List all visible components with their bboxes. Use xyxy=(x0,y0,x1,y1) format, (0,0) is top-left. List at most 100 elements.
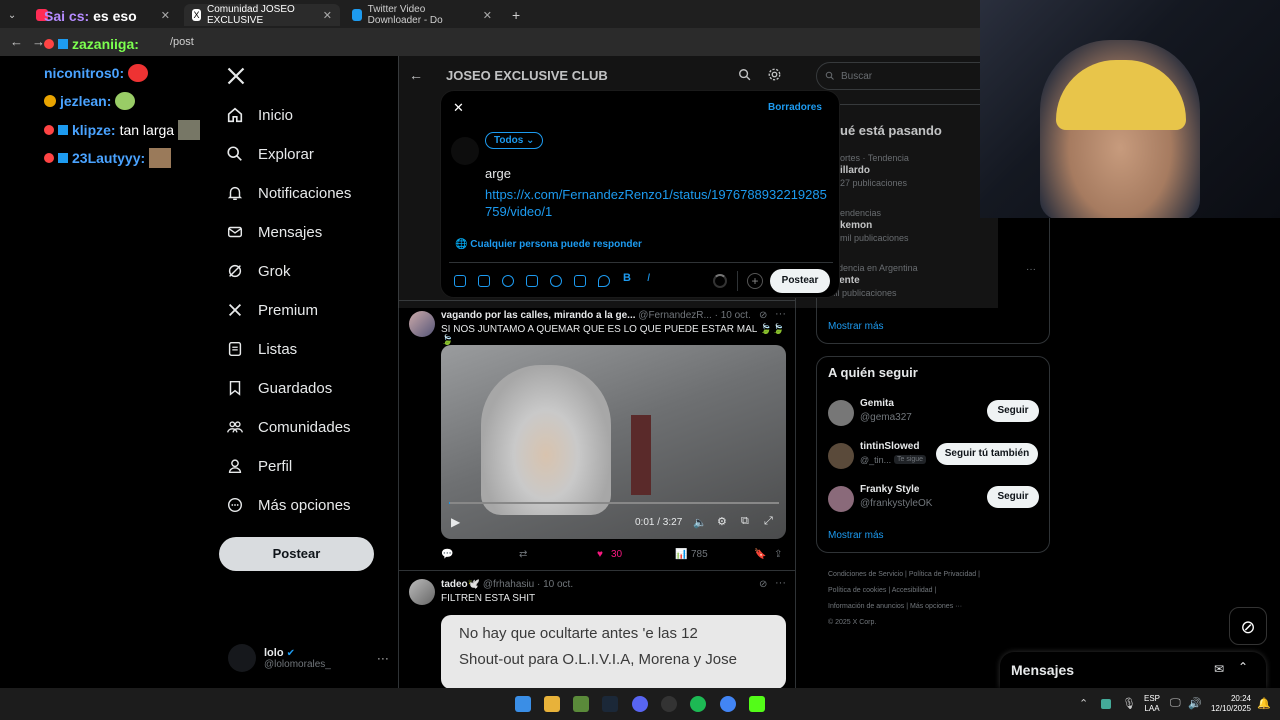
emoji-icon[interactable] xyxy=(550,275,562,287)
nav-label: Mensajes xyxy=(258,223,323,241)
tray-app-icon[interactable] xyxy=(1101,699,1111,709)
grok-icon[interactable] xyxy=(502,275,514,287)
clock[interactable]: 20:24 12/10/2025 xyxy=(1205,694,1251,714)
video-progress-bar[interactable] xyxy=(449,502,779,504)
new-tab-button[interactable]: + xyxy=(504,4,524,26)
file-explorer-icon[interactable] xyxy=(544,696,560,712)
close-icon[interactable]: ✕ xyxy=(323,9,332,22)
audience-selector[interactable]: Todos ⌄ xyxy=(485,132,544,149)
add-post-icon[interactable]: + xyxy=(747,273,763,289)
tweet-image[interactable]: No hay que ocultarte antes 'e las 12 Sho… xyxy=(441,615,786,689)
reply-icon[interactable]: 💬 xyxy=(441,549,453,560)
tweet-author-name[interactable]: tadeo🕊️ xyxy=(441,579,480,590)
nav-item-mensajes[interactable]: Mensajes xyxy=(226,223,322,241)
nav-item-notificaciones[interactable]: Notificaciones xyxy=(226,184,351,202)
microphone-icon[interactable]: 🎙 xyxy=(1122,697,1136,710)
nav-item-comunidades[interactable]: Comunidades xyxy=(226,418,351,436)
nav-item-perfil[interactable]: Perfil xyxy=(226,457,292,475)
tweet-video[interactable]: ▶ 0:01 / 3:27 🔈 ⚙ ⧉ ⤢ xyxy=(441,345,786,539)
list-icon xyxy=(228,341,242,357)
nav-item-listas[interactable]: Listas xyxy=(226,340,297,358)
location-icon[interactable] xyxy=(598,275,610,287)
more-icon[interactable]: ··· xyxy=(1026,264,1036,275)
profile-icon xyxy=(228,459,242,474)
follow-button[interactable]: Seguir xyxy=(987,486,1039,508)
volume-icon[interactable]: 🔈 xyxy=(693,516,707,529)
tab-list-button[interactable]: ⌄ xyxy=(0,4,24,26)
minecraft-icon[interactable] xyxy=(573,696,589,712)
post-button[interactable]: Postear xyxy=(219,537,374,571)
retweet-icon[interactable]: ⇄ xyxy=(519,549,527,560)
schedule-icon[interactable] xyxy=(574,275,586,287)
more-icon[interactable]: ··· xyxy=(775,308,786,320)
pip-icon[interactable]: ⧉ xyxy=(741,515,749,528)
nav-item-grok[interactable]: Grok xyxy=(226,262,291,280)
back-arrow-icon[interactable]: ← xyxy=(10,34,23,49)
nav-item-explorar[interactable]: Explorar xyxy=(226,145,314,163)
italic-icon[interactable]: I xyxy=(647,272,650,284)
account-switcher[interactable]: lolo ✔ @lolomorales_ ··· xyxy=(228,644,389,672)
play-icon[interactable]: ▶ xyxy=(451,515,460,529)
media-icon[interactable] xyxy=(454,275,466,287)
tweet[interactable]: vagando por las calles, mirando a la ge.… xyxy=(399,300,795,570)
tweet-author-name[interactable]: vagando por las calles, mirando a la ge.… xyxy=(441,310,636,321)
chevron-up-icon[interactable]: ⌃ xyxy=(1238,660,1248,674)
follow-suggestion[interactable]: tintinSlowed @_tin... Te sigue Seguir tú… xyxy=(828,441,1048,471)
tweet[interactable]: tadeo🕊️ @frhahasiu · 10 oct. ⊘ ··· FILTR… xyxy=(399,570,795,689)
nav-item-guardados[interactable]: Guardados xyxy=(226,379,332,397)
grok-icon[interactable]: ⊘ xyxy=(759,310,767,321)
show-more-link[interactable]: Mostrar más xyxy=(828,530,884,541)
avatar[interactable] xyxy=(409,579,435,605)
network-icon[interactable]: 🖵 xyxy=(1170,697,1181,710)
fullscreen-icon[interactable]: ⤢ xyxy=(764,515,773,528)
nav-item-premium[interactable]: Premium xyxy=(226,301,318,319)
grok-icon[interactable]: ⊘ xyxy=(759,579,767,590)
close-icon[interactable]: ✕ xyxy=(483,9,492,22)
poll-icon[interactable] xyxy=(526,275,538,287)
follow-suggestion[interactable]: Gemita @gema327 Seguir xyxy=(828,398,1048,428)
url-text[interactable]: /post xyxy=(170,36,194,48)
share-icon[interactable]: ⇪ xyxy=(774,549,782,560)
grok-button[interactable]: ⊘ xyxy=(1229,607,1267,645)
notification-icon[interactable]: 🔔 xyxy=(1257,697,1271,710)
verified-badge-icon: ✔ xyxy=(286,647,296,659)
kick-icon[interactable] xyxy=(749,696,765,712)
follow-button[interactable]: Seguir xyxy=(987,400,1039,422)
compose-post-button[interactable]: Postear xyxy=(770,269,830,293)
chevron-up-icon[interactable]: ⌃ xyxy=(1079,697,1088,710)
show-more-link[interactable]: Mostrar más xyxy=(828,321,884,332)
follow-back-button[interactable]: Seguir tú también xyxy=(936,443,1038,465)
steam-icon[interactable] xyxy=(602,696,618,712)
like-icon[interactable]: ♥ xyxy=(597,549,603,560)
bold-icon[interactable]: B xyxy=(623,272,631,284)
spotify-icon[interactable] xyxy=(690,696,706,712)
obs-icon[interactable] xyxy=(661,696,677,712)
close-icon[interactable]: ✕ xyxy=(161,9,170,22)
nav-item-inicio[interactable]: Inicio xyxy=(226,106,293,124)
more-icon[interactable]: ··· xyxy=(775,577,786,589)
views-icon[interactable]: 📊 xyxy=(675,549,687,560)
settings-icon[interactable]: ⚙ xyxy=(717,515,727,528)
close-icon[interactable]: ✕ xyxy=(453,100,464,116)
reply-setting[interactable]: 🌐 Cualquier persona puede responder xyxy=(455,239,642,250)
nav-label: Listas xyxy=(258,340,298,358)
nav-item-mas-opciones[interactable]: Más opciones xyxy=(226,496,351,514)
volume-icon[interactable]: 🔊 xyxy=(1188,697,1202,710)
video-person xyxy=(481,365,611,515)
bookmark-icon[interactable]: 🔖 xyxy=(754,549,766,560)
language-indicator[interactable]: ESP LAA xyxy=(1144,694,1160,714)
compose-message-icon[interactable]: ✉ xyxy=(1214,662,1224,676)
discord-icon[interactable] xyxy=(632,696,648,712)
x-logo-icon[interactable] xyxy=(226,66,250,90)
follow-suggestion[interactable]: Franky Style @frankystyleOK Seguir xyxy=(828,484,1048,514)
avatar[interactable] xyxy=(409,311,435,337)
browser-tab-active[interactable]: X Comunidad JOSEO EXCLUSIVE ✕ xyxy=(184,4,340,26)
windows-start-icon[interactable] xyxy=(515,696,531,712)
drafts-button[interactable]: Borradores xyxy=(768,102,822,113)
gif-icon[interactable] xyxy=(478,275,490,287)
chrome-icon[interactable] xyxy=(720,696,736,712)
browser-tab[interactable]: Twitter Video Downloader - Do ✕ xyxy=(344,4,500,26)
more-icon[interactable]: ··· xyxy=(377,651,389,665)
compose-textarea[interactable]: arge https://x.com/FernandezRenzo1/statu… xyxy=(485,165,829,220)
messages-drawer[interactable]: Mensajes ✉ ⌃ xyxy=(1000,652,1266,688)
